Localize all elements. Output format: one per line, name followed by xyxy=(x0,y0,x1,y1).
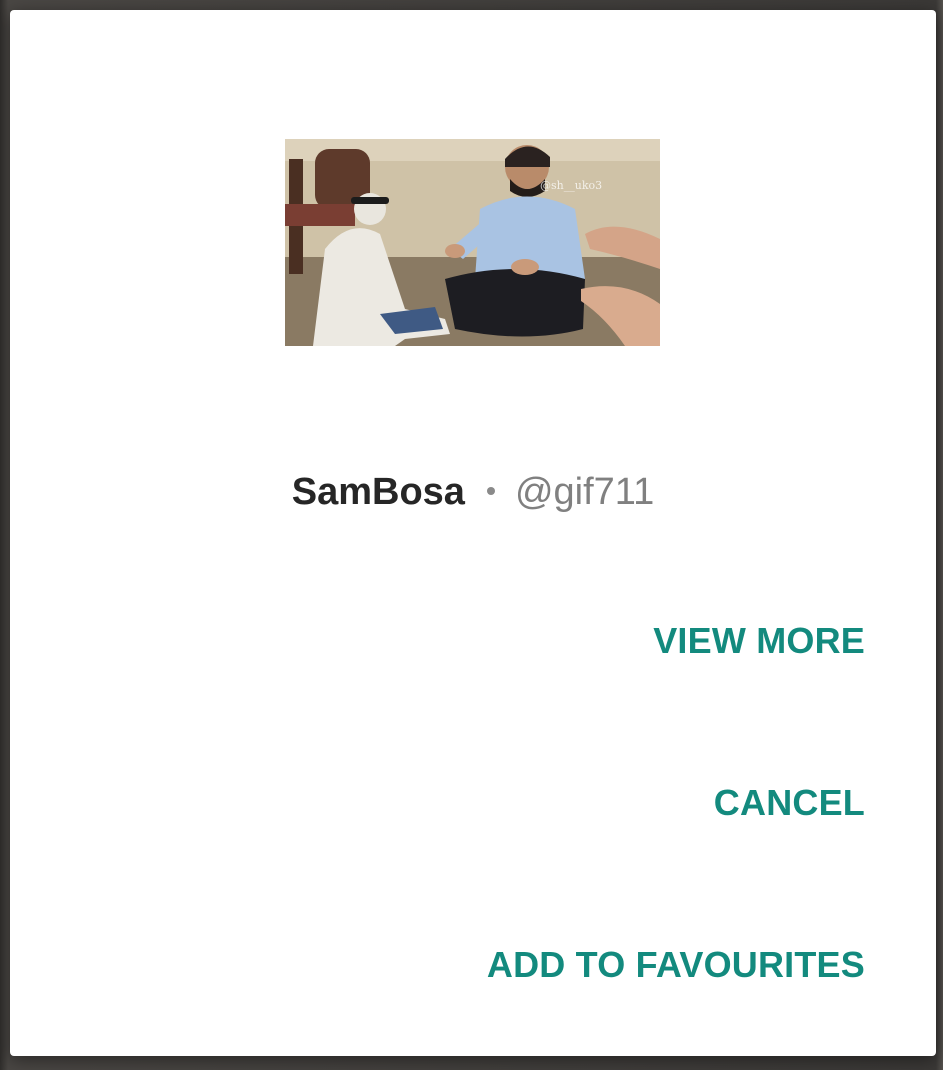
separator-dot xyxy=(486,486,495,495)
gif-options-dialog: @sh__uko3 SamBosa @gif711 VIEW MORE CANCE… xyxy=(10,10,936,1056)
gif-preview-image[interactable]: @sh__uko3 xyxy=(285,139,660,346)
add-to-favourites-button[interactable]: ADD TO FAVOURITES xyxy=(487,943,865,987)
view-more-button[interactable]: VIEW MORE xyxy=(653,619,865,663)
cancel-button[interactable]: CANCEL xyxy=(714,781,865,825)
author-name: SamBosa xyxy=(291,471,465,513)
gif-author-line: SamBosa @gif711 xyxy=(10,468,936,516)
gif-watermark: @sh__uko3 xyxy=(540,179,603,192)
gif-preview-illustration xyxy=(285,139,660,346)
author-handle: @gif711 xyxy=(514,471,655,513)
